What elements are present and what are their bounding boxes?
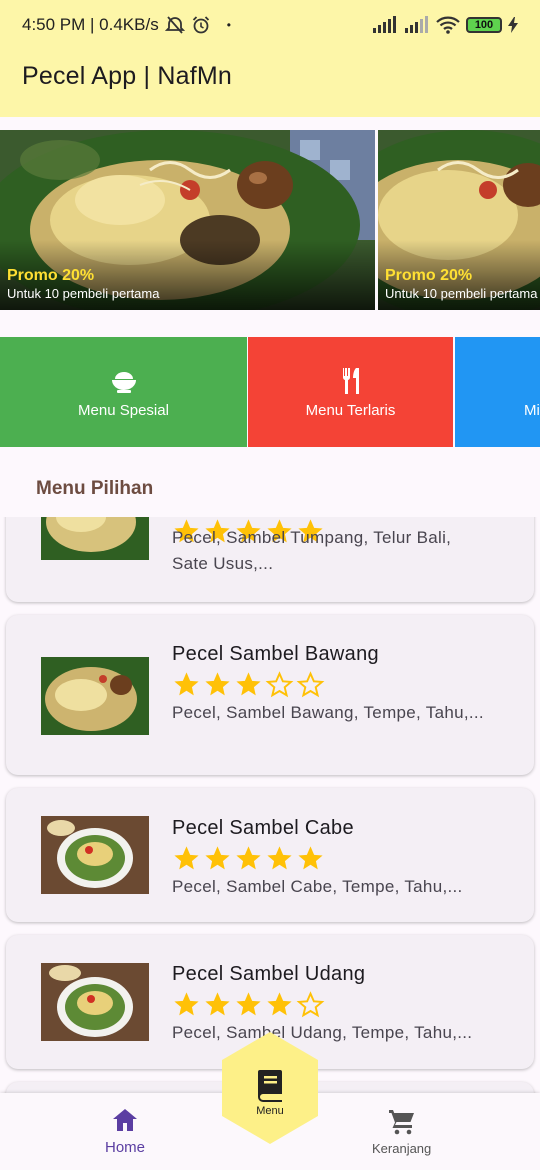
menu-thumbnail — [41, 657, 149, 735]
promo-subtitle: Untuk 10 pembeli pertama — [385, 286, 538, 301]
category-label: Menu Spesial — [78, 401, 169, 419]
status-dot: • — [226, 18, 231, 32]
star-icon — [205, 846, 230, 870]
alarm-off-icon — [164, 16, 185, 34]
signal-icon — [373, 16, 396, 33]
category-menu-spesial[interactable]: Menu Spesial — [0, 337, 247, 447]
star-icon — [174, 992, 199, 1016]
menu-description: Pecel, Sambel Bawang, Tempe, Tahu,... — [172, 703, 484, 722]
star-icon — [174, 672, 199, 696]
menu-name: Pecel Sambel Udang — [172, 963, 366, 985]
status-bar: 4:50 PM | 0.4KB/s • 100 — [22, 14, 518, 36]
app-bar: 4:50 PM | 0.4KB/s • 100 Pecel App | NafM… — [0, 0, 540, 117]
promo-slide[interactable]: Promo 20% Untuk 10 pembeli pertama — [0, 130, 375, 310]
menu-description: Pecel, Sambel Cabe, Tempe, Tahu,... — [172, 877, 463, 896]
promo-subtitle: Untuk 10 pembeli pertama — [7, 286, 160, 301]
wifi-icon — [436, 16, 460, 34]
rating-stars — [172, 844, 325, 873]
app-title: Pecel App | NafMn — [22, 62, 233, 90]
promo-slide[interactable]: Promo 20% Untuk 10 pembeli pertama — [378, 130, 540, 310]
menu-name: Pecel Sambel Bawang — [172, 643, 379, 665]
menu-name: Pecel Sambel Cabe — [172, 817, 354, 839]
category-label: Menu Terlaris — [305, 401, 396, 419]
star-icon — [267, 992, 292, 1016]
menu-list[interactable]: Pecel, Sambel Tumpang, Telur Bali, Sate … — [0, 517, 540, 1093]
menu-thumbnail — [41, 963, 149, 1041]
menu-thumbnail — [41, 517, 149, 560]
star-outline-icon — [265, 671, 294, 698]
home-icon — [113, 1109, 137, 1131]
nav-cart-label: Keranjang — [372, 1141, 432, 1156]
shopping-cart-icon — [388, 1110, 414, 1135]
menu-card[interactable]: Pecel Sambel Bawang Pecel, Sambel Bawang… — [6, 615, 534, 775]
rice-bowl-icon — [111, 371, 136, 393]
menu-hex-label: Menu — [256, 1105, 284, 1117]
menu-description: Pecel, Sambel Tumpang, Telur Bali, Sate … — [172, 528, 452, 573]
promo-carousel[interactable]: Promo 20% Untuk 10 pembeli pertama Promo… — [0, 130, 540, 310]
category-menu-terlaris[interactable]: Menu Terlaris — [248, 337, 453, 447]
menu-thumbnail — [41, 816, 149, 894]
star-outline-icon — [296, 671, 325, 698]
nav-cart[interactable]: Keranjang — [372, 1107, 431, 1156]
restaurant-icon — [342, 367, 359, 394]
battery-level: 100 — [474, 19, 494, 31]
star-icon — [236, 846, 261, 870]
menu-card[interactable]: Pecel Sambel Cabe Pecel, Sambel Cabe, Te… — [6, 788, 534, 922]
star-outline-icon — [296, 991, 325, 1018]
star-icon — [236, 992, 261, 1016]
menu-card[interactable]: Pecel, Sambel Tumpang, Telur Bali, Sate … — [6, 517, 534, 602]
nav-home[interactable]: Home — [105, 1105, 145, 1156]
category-row: Menu Spesial Menu Terlaris Mi — [0, 337, 540, 447]
star-icon — [205, 672, 230, 696]
menu-book-icon — [258, 1070, 282, 1102]
star-icon — [236, 672, 261, 696]
star-icon — [205, 992, 230, 1016]
rating-stars — [172, 670, 325, 699]
rating-stars — [172, 990, 325, 1019]
promo-title: Promo 20% — [385, 267, 473, 284]
star-icon — [267, 846, 292, 870]
alarm-icon — [192, 16, 209, 34]
section-title: Menu Pilihan — [36, 478, 154, 499]
nav-home-label: Home — [105, 1139, 146, 1156]
category-label: Mi — [524, 401, 540, 419]
star-icon — [298, 846, 323, 870]
battery-icon: 100 — [466, 17, 502, 33]
category-mi[interactable]: Mi — [455, 337, 540, 447]
status-time: 4:50 PM | 0.4KB/s — [22, 15, 159, 34]
star-icon — [174, 846, 199, 870]
promo-title: Promo 20% — [7, 267, 95, 284]
charging-icon — [508, 17, 518, 33]
signal-2-icon — [405, 16, 428, 33]
